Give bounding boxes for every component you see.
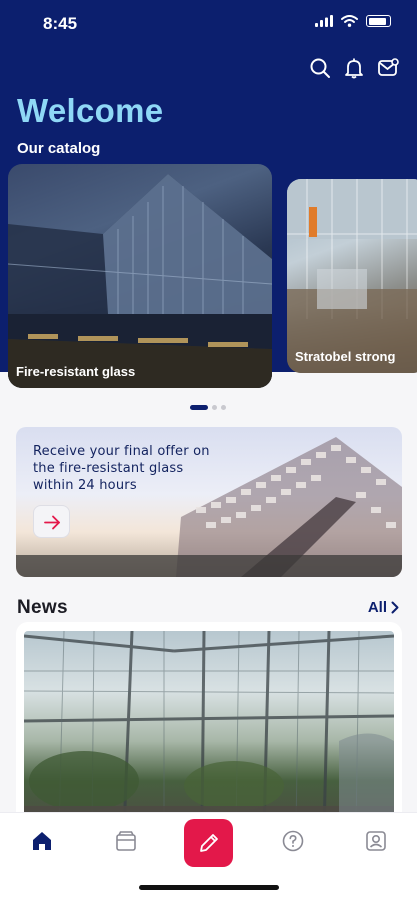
news-all-label: All xyxy=(367,599,387,616)
news-all-link[interactable]: All xyxy=(368,599,399,616)
signal-icon xyxy=(315,15,333,27)
arrow-right-icon xyxy=(44,515,60,530)
status-bar: 8:45 xyxy=(0,0,417,48)
news-heading: News xyxy=(17,597,68,618)
header-actions xyxy=(309,57,399,79)
status-time: 8:45 xyxy=(43,14,78,33)
battery-icon xyxy=(366,15,391,27)
catalog-card-stratobel-strong[interactable]: Stratobel strong xyxy=(287,179,417,373)
building-illustration xyxy=(8,174,272,388)
help-icon[interactable] xyxy=(281,829,305,853)
bottom-tab-bar xyxy=(0,812,417,900)
offer-banner[interactable]: Receive your final offer on the fire-res… xyxy=(16,427,402,577)
home-icon[interactable] xyxy=(30,829,54,853)
catalog-heading: Our catalog xyxy=(17,140,101,157)
create-button[interactable] xyxy=(184,819,233,867)
banner-arrow-button[interactable] xyxy=(33,505,70,538)
pager-dot-active[interactable] xyxy=(190,405,208,410)
catalog-card-label: Fire-resistant glass xyxy=(16,364,136,379)
atrium-illustration xyxy=(24,631,394,831)
banner-text: Receive your final offer on the fire-res… xyxy=(33,444,210,493)
news-image xyxy=(24,631,394,831)
status-icons xyxy=(315,15,391,27)
profile-icon[interactable] xyxy=(364,829,388,853)
catalog-box-icon[interactable] xyxy=(114,829,138,853)
welcome-title: Welcome xyxy=(17,92,164,129)
mail-icon[interactable] xyxy=(377,57,399,79)
mall-illustration xyxy=(287,179,417,373)
home-indicator xyxy=(139,885,279,890)
bell-icon[interactable] xyxy=(343,57,365,79)
pager-dot[interactable] xyxy=(212,405,217,410)
catalog-card-label: Stratobel strong xyxy=(295,349,396,364)
carousel-pager xyxy=(190,405,226,410)
catalog-card-fire-resistant-glass[interactable]: Fire-resistant glass xyxy=(8,164,272,388)
search-icon[interactable] xyxy=(309,57,331,79)
wifi-icon xyxy=(341,15,358,27)
chevron-right-icon xyxy=(391,601,399,614)
pencil-icon xyxy=(200,834,218,852)
pager-dot[interactable] xyxy=(221,405,226,410)
